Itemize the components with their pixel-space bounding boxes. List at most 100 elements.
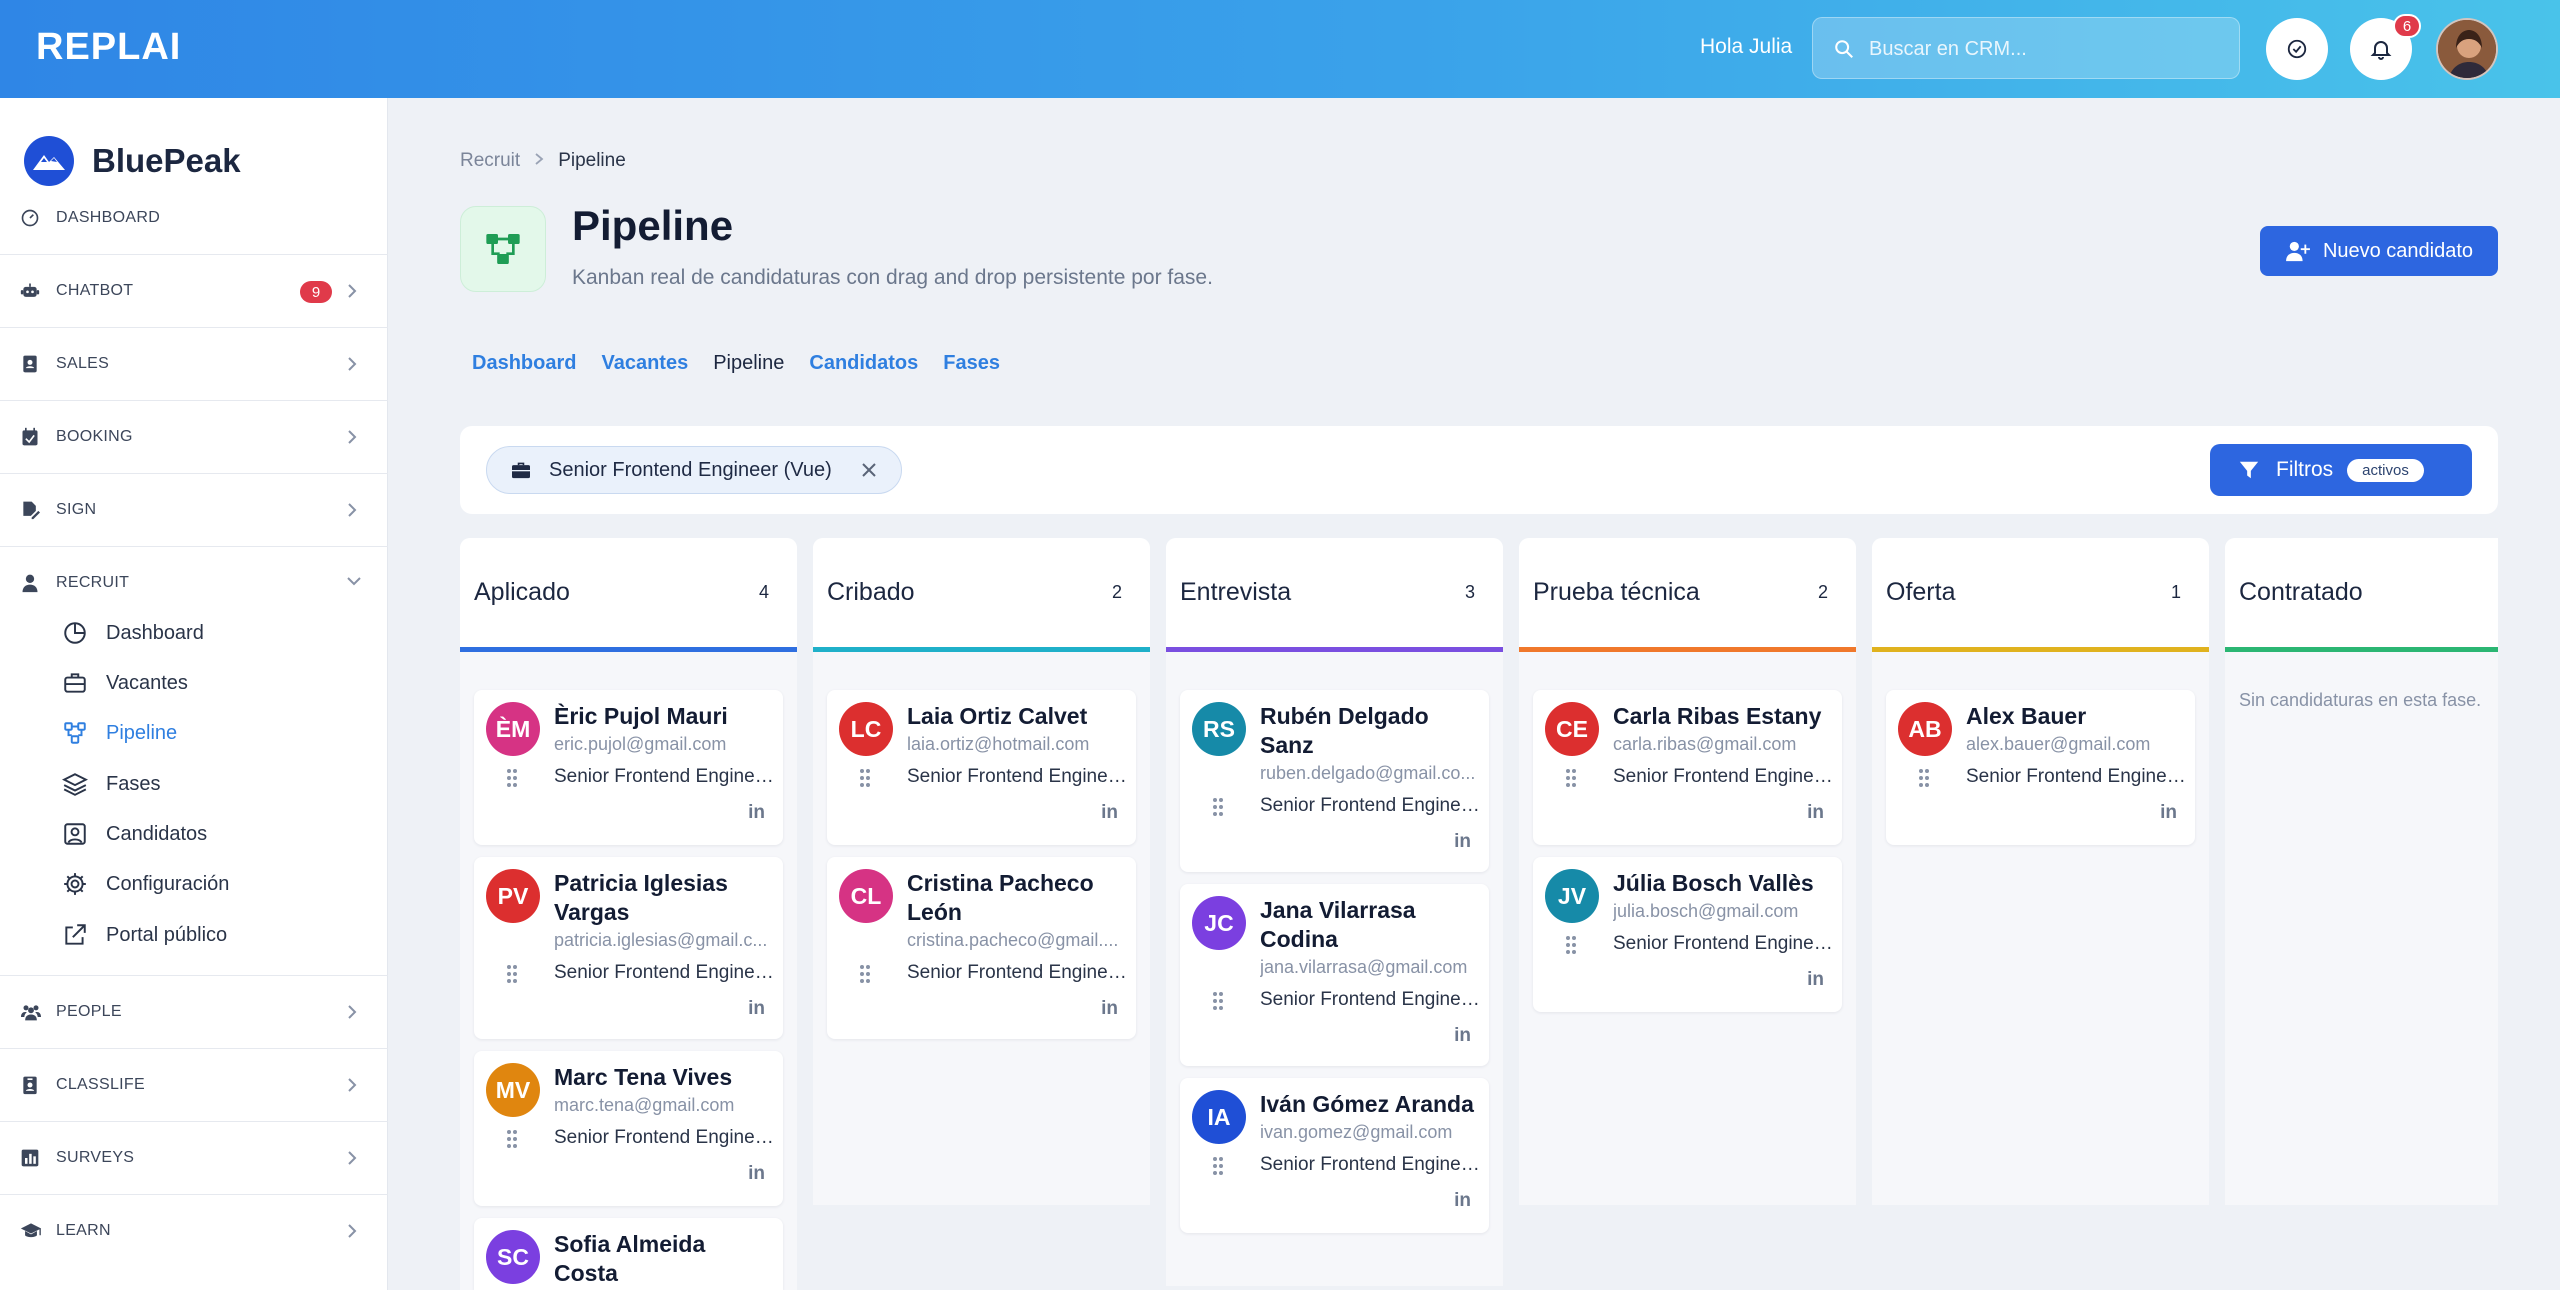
nav-chatbot[interactable]: CHATBOT 9 xyxy=(0,254,388,327)
candidate-card[interactable]: MV Marc Tena Vives marc.tena@gmail.com Seni… xyxy=(474,1051,783,1206)
column-color-bar xyxy=(460,647,797,652)
tab-fases[interactable]: Fases xyxy=(943,352,1000,375)
kanban-column[interactable]: Oferta 1 AB Alex Bauer alex.bauer@gmail.com S… xyxy=(1872,538,2209,1205)
candidate-name[interactable]: Patricia Iglesias Vargas xyxy=(554,869,774,927)
nav-learn[interactable]: LEARN xyxy=(0,1194,388,1267)
chevron-right-icon xyxy=(348,1005,357,1019)
candidate-card[interactable]: SC Sofia Almeida Costa xyxy=(474,1218,783,1290)
search-box[interactable] xyxy=(1812,17,2240,79)
tab-pipeline[interactable]: Pipeline xyxy=(713,352,784,375)
nav-sales[interactable]: SALES xyxy=(0,327,388,400)
linkedin-icon[interactable]: in xyxy=(1101,998,1118,1020)
candidate-name[interactable]: Laia Ortiz Calvet xyxy=(907,702,1127,731)
drag-handle-icon[interactable] xyxy=(506,1129,518,1149)
drag-handle-icon[interactable] xyxy=(506,768,518,788)
sidebar: BluePeak DASHBOARD CHATBOT 9 SALES BOOKI… xyxy=(0,98,388,1290)
tab-candidatos[interactable]: Candidatos xyxy=(809,352,918,375)
chevron-right-icon xyxy=(348,1151,357,1165)
nav-dashboard[interactable]: DASHBOARD xyxy=(20,208,160,228)
column-title: Entrevista xyxy=(1180,578,1292,606)
tasks-button[interactable] xyxy=(2266,18,2328,80)
sidebar-item-pipeline[interactable]: Pipeline xyxy=(62,720,177,746)
candidate-name[interactable]: Carla Ribas Estany xyxy=(1613,702,1833,731)
candidate-card[interactable]: CE Carla Ribas Estany carla.ribas@gmail.co… xyxy=(1533,690,1842,845)
sidebar-item-vacantes[interactable]: Vacantes xyxy=(62,670,188,696)
kanban-column[interactable]: Entrevista 3 RS Rubén Delgado Sanz ruben.del… xyxy=(1166,538,1503,1286)
linkedin-icon[interactable]: in xyxy=(1454,831,1471,853)
linkedin-icon[interactable]: in xyxy=(1807,969,1824,991)
candidate-card[interactable]: CL Cristina Pacheco León cristina.pacheco@… xyxy=(827,857,1136,1039)
linkedin-icon[interactable]: in xyxy=(748,802,765,824)
sidebar-item-configuracion[interactable]: Configuración xyxy=(62,871,229,897)
drag-handle-icon[interactable] xyxy=(506,964,518,984)
drag-handle-icon[interactable] xyxy=(1565,935,1577,955)
filters-button[interactable]: Filtros activos xyxy=(2210,444,2472,496)
brand[interactable]: BluePeak xyxy=(24,136,241,186)
close-icon[interactable] xyxy=(859,460,879,480)
linkedin-icon[interactable]: in xyxy=(748,998,765,1020)
kanban-column[interactable]: Aplicado 4 ÈM Èric Pujol Mauri eric.pujol@gm… xyxy=(460,538,797,1290)
drag-handle-icon[interactable] xyxy=(1212,797,1224,817)
candidate-name[interactable]: Sofia Almeida Costa xyxy=(554,1230,774,1288)
kanban-column[interactable]: Contratado Sin candidaturas en esta fase. xyxy=(2225,538,2498,1205)
nav-booking[interactable]: BOOKING xyxy=(0,400,388,473)
sidebar-item-portal[interactable]: Portal público xyxy=(62,922,227,948)
tab-dashboard[interactable]: Dashboard xyxy=(472,352,576,375)
new-candidate-button[interactable]: Nuevo candidato xyxy=(2260,226,2498,276)
chevron-right-icon xyxy=(348,284,357,298)
candidate-name[interactable]: Júlia Bosch Vallès xyxy=(1613,869,1833,898)
linkedin-icon[interactable]: in xyxy=(1454,1025,1471,1047)
candidate-card[interactable]: RS Rubén Delgado Sanz ruben.delgado@gmail.… xyxy=(1180,690,1489,872)
user-avatar[interactable] xyxy=(2436,18,2498,80)
nav-people[interactable]: PEOPLE xyxy=(0,975,388,1048)
sidebar-item-candidatos[interactable]: Candidatos xyxy=(62,821,207,847)
drag-handle-icon[interactable] xyxy=(1212,1156,1224,1176)
drag-handle-icon[interactable] xyxy=(859,768,871,788)
candidate-name[interactable]: Alex Bauer xyxy=(1966,702,2186,731)
tab-vacantes[interactable]: Vacantes xyxy=(601,352,688,375)
drag-handle-icon[interactable] xyxy=(1918,768,1930,788)
candidate-name[interactable]: Èric Pujol Mauri xyxy=(554,702,774,731)
drag-handle-icon[interactable] xyxy=(859,964,871,984)
candidate-card[interactable]: IA Iván Gómez Aranda ivan.gomez@gmail.com S… xyxy=(1180,1078,1489,1233)
candidate-card[interactable]: AB Alex Bauer alex.bauer@gmail.com Senior F… xyxy=(1886,690,2195,845)
linkedin-icon[interactable]: in xyxy=(1101,802,1118,824)
nav-learn-label: LEARN xyxy=(56,1222,111,1239)
sidebar-item-fases[interactable]: Fases xyxy=(62,771,160,797)
candidate-name[interactable]: Rubén Delgado Sanz xyxy=(1260,702,1480,760)
nav-surveys-label: SURVEYS xyxy=(56,1149,135,1166)
job-filter-chip[interactable]: Senior Frontend Engineer (Vue) xyxy=(486,446,902,494)
kanban-column[interactable]: Prueba técnica 2 CE Carla Ribas Estany carla… xyxy=(1519,538,1856,1205)
nav-classlife[interactable]: CLASSLIFE xyxy=(0,1048,388,1121)
candidate-name[interactable]: Iván Gómez Aranda xyxy=(1260,1090,1480,1119)
candidate-name[interactable]: Cristina Pacheco León xyxy=(907,869,1127,927)
candidate-name[interactable]: Marc Tena Vives xyxy=(554,1063,774,1092)
check-circle-icon xyxy=(2287,39,2307,59)
column-count: 2 xyxy=(1817,582,1828,602)
nav-sign[interactable]: SIGN xyxy=(0,473,388,546)
search-input[interactable] xyxy=(1869,34,2219,64)
candidate-card[interactable]: JC Jana Vilarrasa Codina jana.vilarrasa@gm… xyxy=(1180,884,1489,1066)
candidate-card[interactable]: ÈM Èric Pujol Mauri eric.pujol@gmail.com Se… xyxy=(474,690,783,845)
linkedin-icon[interactable]: in xyxy=(2160,802,2177,824)
candidate-card[interactable]: PV Patricia Iglesias Vargas patricia.igles… xyxy=(474,857,783,1039)
nav-recruit[interactable]: RECRUIT xyxy=(0,546,388,619)
kanban-column[interactable]: Cribado 2 LC Laia Ortiz Calvet laia.ortiz@ho… xyxy=(813,538,1150,1205)
candidate-card[interactable]: JV Júlia Bosch Vallès julia.bosch@gmail.co… xyxy=(1533,857,1842,1012)
nav-recruit-label: RECRUIT xyxy=(56,574,130,591)
pie-chart-icon xyxy=(64,622,86,644)
nav-surveys[interactable]: SURVEYS xyxy=(0,1121,388,1194)
candidate-name[interactable]: Jana Vilarrasa Codina xyxy=(1260,896,1480,954)
drag-handle-icon[interactable] xyxy=(1565,768,1577,788)
sidebar-item-dashboard[interactable]: Dashboard xyxy=(62,620,204,646)
app-logo[interactable]: REPLAI xyxy=(36,26,181,69)
candidate-job: Senior Frontend Enginee... xyxy=(554,1127,774,1148)
bar-chart-icon xyxy=(21,1149,39,1167)
linkedin-icon[interactable]: in xyxy=(1454,1190,1471,1212)
breadcrumb-recruit[interactable]: Recruit xyxy=(460,150,520,172)
column-color-bar xyxy=(1872,647,2209,652)
linkedin-icon[interactable]: in xyxy=(748,1163,765,1185)
candidate-card[interactable]: LC Laia Ortiz Calvet laia.ortiz@hotmail.co… xyxy=(827,690,1136,845)
linkedin-icon[interactable]: in xyxy=(1807,802,1824,824)
drag-handle-icon[interactable] xyxy=(1212,991,1224,1011)
